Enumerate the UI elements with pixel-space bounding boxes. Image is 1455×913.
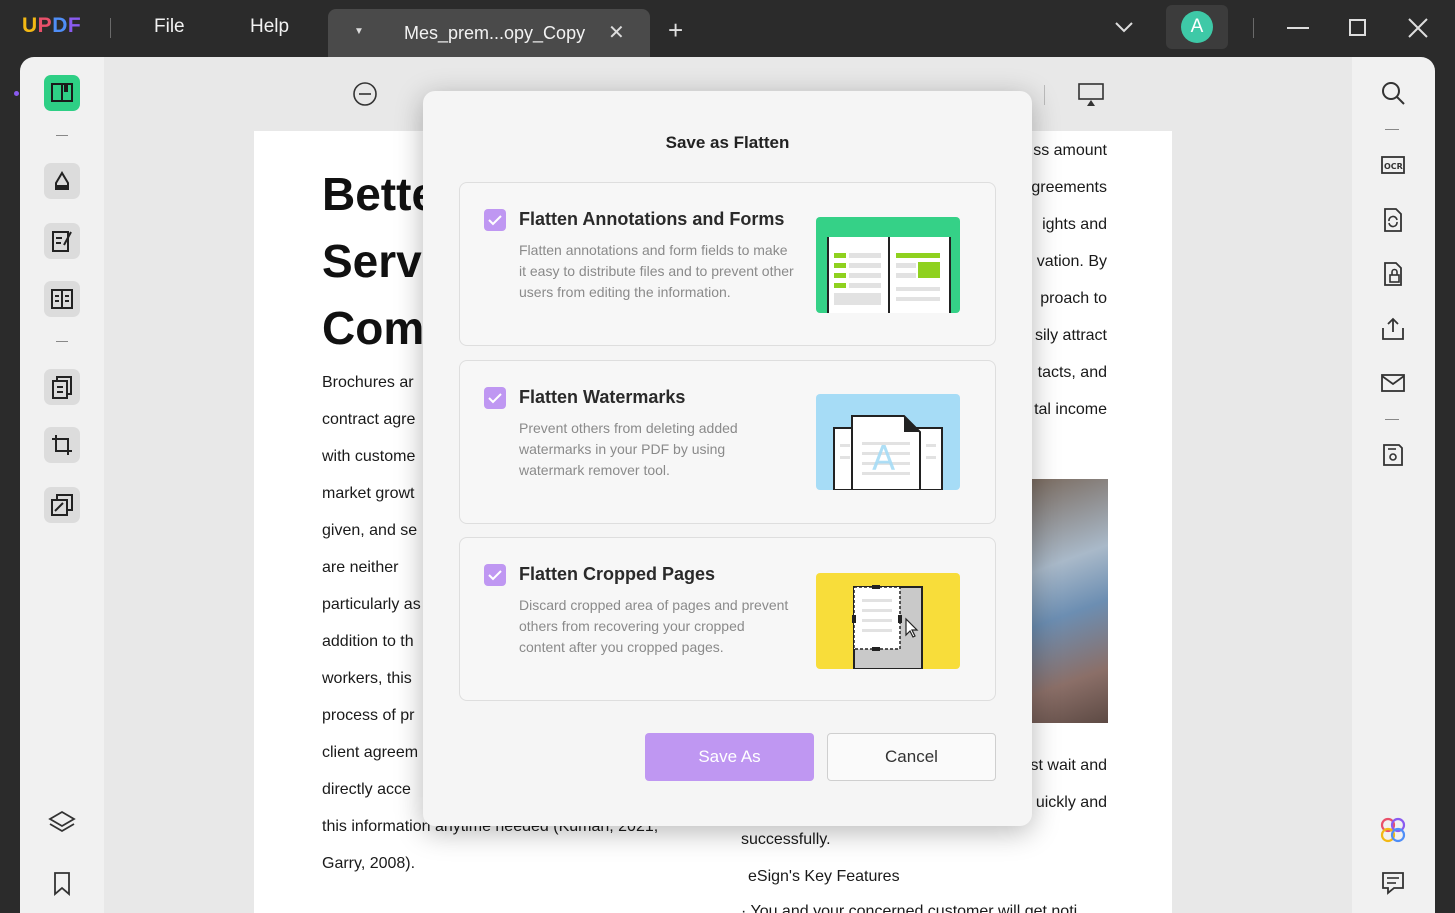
share-icon[interactable] [1379,315,1407,343]
option-description: Prevent others from deleting added water… [519,420,738,478]
search-icon[interactable] [1379,79,1407,107]
protect-icon[interactable] [1379,260,1407,288]
option-description: Flatten annotations and form fields to m… [519,242,794,300]
body-line: uickly and [1035,794,1107,811]
document-tab[interactable]: ▼ Mes_prem...opy_Copy ✕ [328,9,650,57]
document-photo [1026,479,1108,723]
ai-assistant-icon[interactable] [1379,816,1407,844]
option-description: Discard cropped area of pages and preven… [519,597,789,655]
body-line: ss amount [1033,142,1107,159]
avatar: A [1181,11,1213,43]
minimize-icon[interactable] [1285,15,1311,41]
body-line: addition to th [322,633,414,650]
body-line: particularly as [322,596,421,613]
menu-help[interactable]: Help [250,16,289,38]
body-line: Brochures ar [322,374,414,391]
cropped-pages-illustration [816,573,960,669]
annotations-illustration [816,217,960,313]
body-line: tal income [1034,401,1107,418]
bookmark-icon[interactable] [52,871,72,897]
tab-close-icon[interactable]: ✕ [608,20,625,45]
body-line: sily attract [1034,327,1107,344]
reader-icon[interactable] [44,75,80,111]
crop-icon[interactable] [44,427,80,463]
cancel-button[interactable]: Cancel [827,733,996,781]
body-line: with custome [322,448,416,465]
highlighter-icon[interactable] [44,163,80,199]
divider [110,18,111,38]
account-button[interactable]: A [1166,5,1228,49]
body-line: directly acce [322,781,411,798]
option-card-watermarks[interactable]: Flatten Watermarks Prevent others from d… [459,360,996,524]
svg-text:A: A [872,439,895,479]
layers-icon[interactable] [48,809,76,837]
save-icon[interactable] [1379,441,1407,469]
option-title: Flatten Annotations and Forms [519,209,785,229]
body-line: process of pr [322,707,415,724]
form-icon[interactable] [44,281,80,317]
email-icon[interactable] [1379,369,1407,397]
document-heading: Bette Servi Com [322,168,438,354]
tab-title: Mes_prem...opy_Copy [404,23,586,43]
body-line: Garry, 2008). [322,855,416,872]
checkbox-annotations[interactable] [484,209,506,231]
body-line: eSign's Key Features [748,868,900,885]
body-line: are neither [322,559,399,576]
close-window-icon[interactable] [1405,15,1431,41]
redact-icon[interactable] [44,487,80,523]
option-title: Flatten Watermarks [519,387,686,407]
option-title: Flatten Cropped Pages [519,564,716,584]
tab-dropdown-icon[interactable]: ▼ [354,26,364,37]
menu-file[interactable]: File [154,16,185,38]
svg-text:OCR: OCR [1384,162,1403,171]
option-card-cropped-pages[interactable]: Flatten Cropped Pages Discard cropped ar… [459,537,996,701]
body-line: proach to [1040,290,1107,307]
body-line: vation. By [1036,253,1107,270]
body-line: greements [1031,179,1107,196]
right-sidebar: OCR [1352,57,1435,913]
option-card-annotations[interactable]: Flatten Annotations and Forms Flatten an… [459,182,996,346]
slideshow-icon[interactable] [1076,81,1106,107]
body-line: st wait and [1030,757,1107,774]
checkbox-cropped-pages[interactable] [484,564,506,586]
body-line: tacts, and [1037,364,1107,381]
ocr-icon[interactable]: OCR [1379,151,1407,179]
body-line: contract agre [322,411,416,428]
zoom-out-icon[interactable] [352,81,378,107]
save-as-flatten-dialog: Save as Flatten Flatten Annotations and … [423,91,1032,826]
body-line: ights and [1042,216,1107,233]
body-line: client agreem [322,744,419,761]
comment-list-icon[interactable] [1379,869,1407,897]
organize-pages-icon[interactable] [44,369,80,405]
body-line: workers, this [322,670,412,687]
left-sidebar [20,57,104,913]
dialog-title: Save as Flatten [665,133,790,152]
save-as-button[interactable]: Save As [645,733,814,781]
active-indicator [14,91,19,96]
new-tab-icon[interactable]: + [668,17,683,43]
maximize-icon[interactable] [1345,15,1371,41]
convert-icon[interactable] [1379,206,1407,234]
body-line: · You and your concerned customer will g… [741,903,1078,913]
chevron-down-icon[interactable] [1113,16,1135,38]
edit-text-icon[interactable] [44,223,80,259]
body-line: successfully. [741,831,831,848]
body-line: given, and se [322,522,418,539]
body-line: market growt [322,485,415,502]
title-bar: UPDF File Help ▼ Mes_prem...opy_Copy ✕ +… [0,0,1455,57]
watermarks-illustration: A [816,394,960,490]
updf-logo: UPDF [22,14,82,37]
checkbox-watermarks[interactable] [484,387,506,409]
divider [1253,18,1254,38]
